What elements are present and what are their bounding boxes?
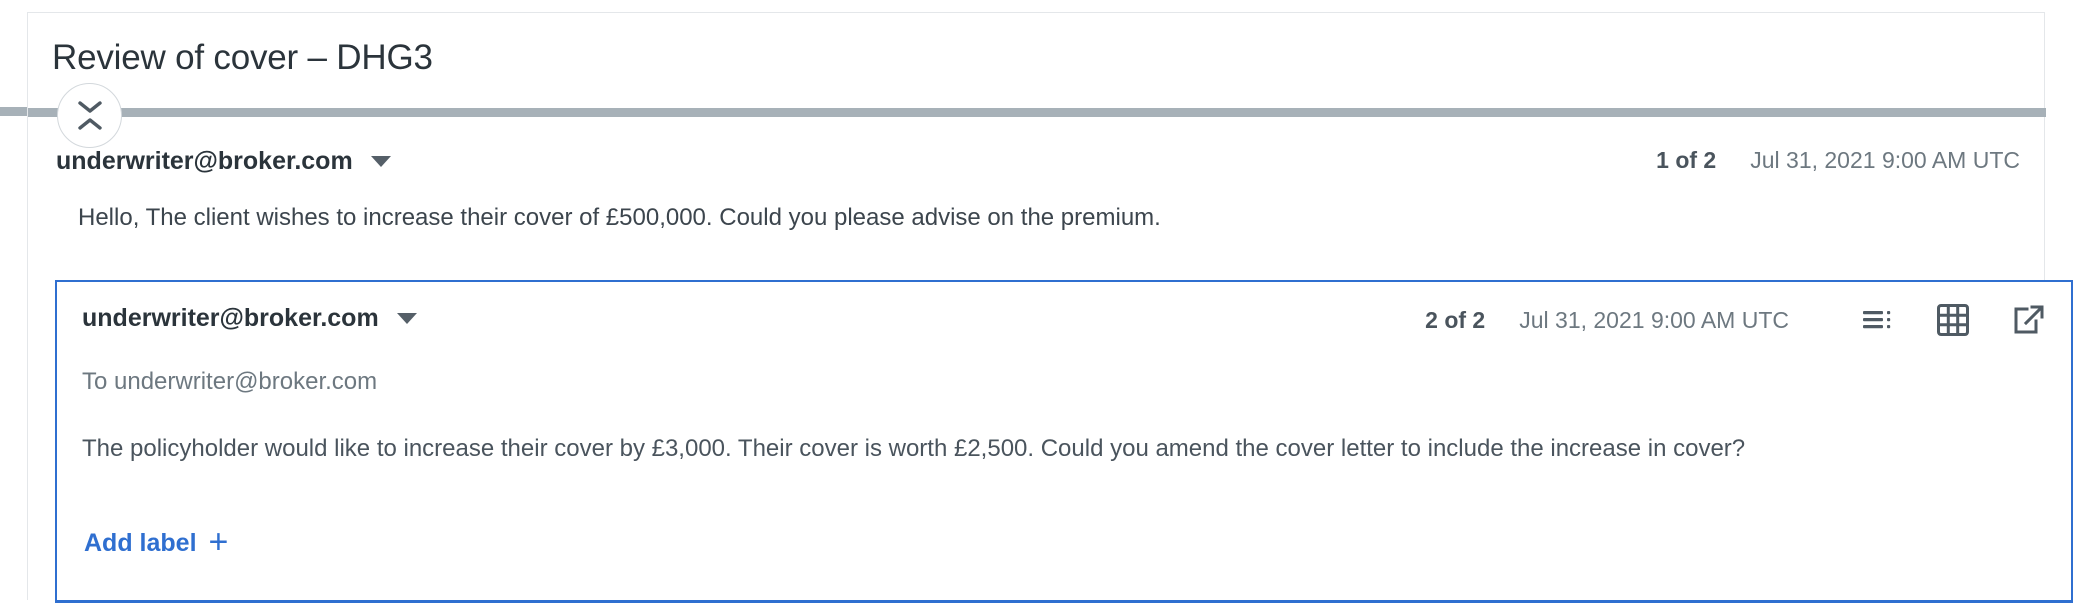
thread-divider (28, 108, 2046, 117)
chevron-up-icon (77, 118, 102, 130)
sender-address: underwriter@broker.com (82, 304, 379, 332)
message-timestamp: Jul 31, 2021 9:00 AM UTC (1750, 147, 2020, 173)
message-recipient: To underwriter@broker.com (82, 368, 378, 395)
collapse-expand-toggle[interactable] (57, 83, 122, 148)
thread-panel: Review of cover – DHG3 underwriter@broke… (27, 12, 2073, 603)
message-meta: 1 of 2 Jul 31, 2021 9:00 AM UTC (1656, 147, 2020, 174)
message-row-selected[interactable]: underwriter@broker.com 2 of 2 Jul 31, 20… (55, 280, 2073, 603)
message-body: Hello, The client wishes to increase the… (78, 204, 1161, 231)
list-view-icon[interactable] (1863, 308, 1893, 332)
add-label-text: Add label (84, 528, 197, 557)
message-header: underwriter@broker.com 1 of 2 Jul 31, 20… (56, 143, 2046, 195)
message-body: The policyholder would like to increase … (82, 435, 1746, 462)
plus-icon: + (208, 523, 229, 561)
open-external-icon[interactable] (2013, 304, 2045, 336)
message-counter: 2 of 2 (1425, 306, 1486, 333)
page-title: Review of cover – DHG3 (52, 38, 433, 77)
grid-view-icon[interactable] (1937, 304, 1969, 336)
email-thread-screen: Review of cover – DHG3 underwriter@broke… (0, 0, 2086, 612)
message-header: underwriter@broker.com 2 of 2 Jul 31, 20… (57, 282, 2071, 352)
chevron-down-icon[interactable] (370, 156, 391, 167)
message-actions (1863, 304, 2045, 336)
add-label-button[interactable]: Add label + (84, 523, 229, 561)
message-row[interactable]: underwriter@broker.com 1 of 2 Jul 31, 20… (56, 143, 2046, 253)
sender-address: underwriter@broker.com (56, 147, 353, 175)
sender-dropdown[interactable]: underwriter@broker.com (56, 147, 391, 176)
message-counter: 1 of 2 (1656, 147, 1717, 173)
message-timestamp: Jul 31, 2021 9:00 AM UTC (1519, 306, 1789, 333)
sender-dropdown[interactable]: underwriter@broker.com (82, 304, 417, 333)
chevron-down-icon (77, 101, 102, 113)
chevron-down-icon[interactable] (396, 313, 417, 324)
message-meta: 2 of 2 Jul 31, 2021 9:00 AM UTC (1425, 304, 2045, 336)
